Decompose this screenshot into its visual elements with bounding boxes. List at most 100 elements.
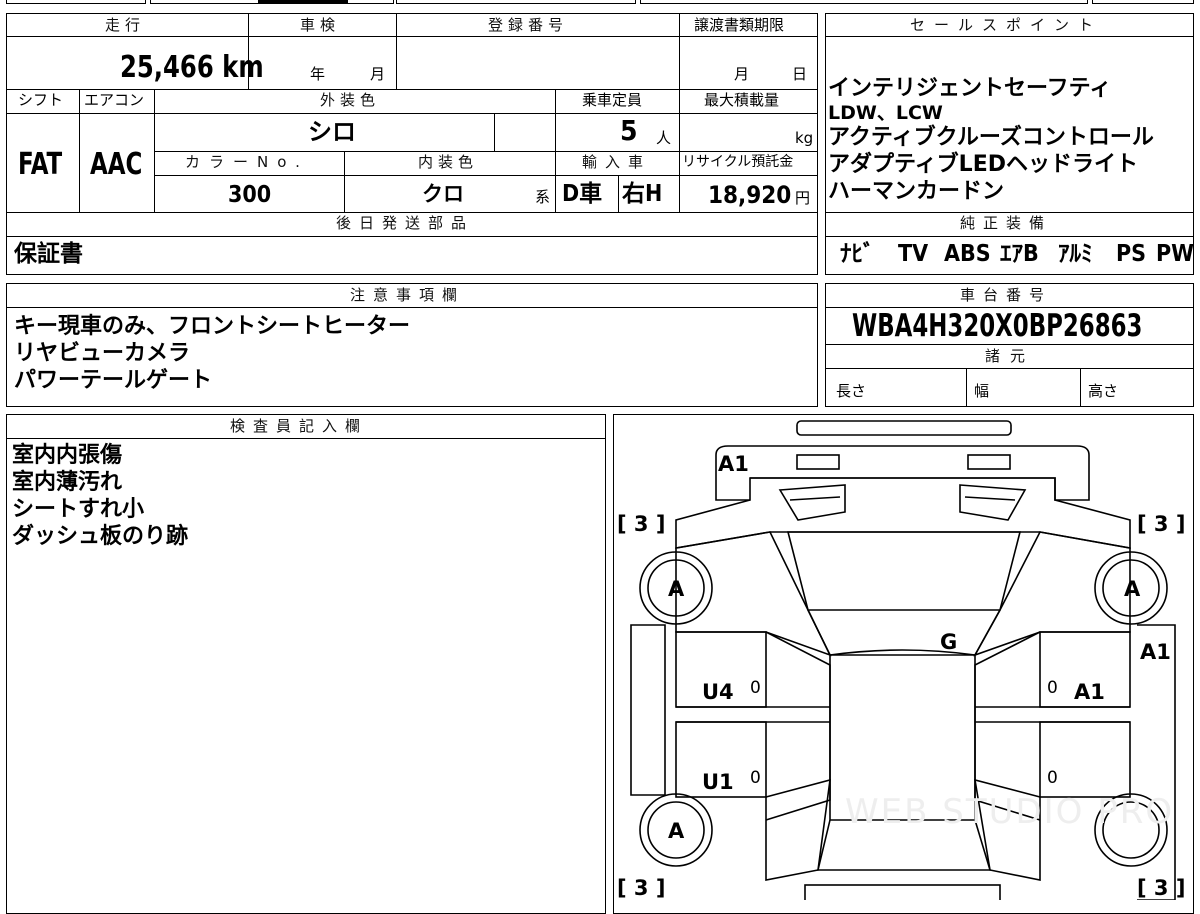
grid-line [618,175,619,212]
chassis-number: WBA4H320X0BP26863 [852,308,1143,344]
shift-header: シフト [18,91,64,109]
spec-length-label: 長さ [836,382,867,400]
grid-line [494,113,495,151]
grid-line [6,307,818,308]
interior-suffix: 系 [535,188,551,206]
grid-line [825,344,1194,345]
interior-color-value: クロ [422,182,464,206]
notes-line: キー現車のみ、フロントシートヒーター [14,314,411,339]
notes-line: リヤビューカメラ [14,341,191,366]
grid-line [825,236,1194,237]
front-bumper-label: A1 [718,452,749,476]
exterior-color-header: 外装色 [320,91,381,109]
left-front-wheel-label: A [668,577,685,601]
max-load-unit: kg [795,129,814,147]
later-parts-value: 保証書 [14,241,83,267]
grid-line [966,368,967,407]
car-diagram-box [613,414,1194,914]
max-load-header: 最大積載量 [704,91,780,109]
right-front-door-label: A1 [1074,680,1105,704]
grid-line [396,13,397,89]
inspection-year-unit: 年 [310,65,326,83]
genuine-equipment-header: 純正装備 [960,214,1053,232]
glass-left-top-label: [ 3 ] [617,512,666,536]
equip-pw: PW [1156,241,1194,267]
glass-left-bottom-label: [ 3 ] [617,876,666,900]
sales-point-line: インテリジェントセーフティ [828,76,1112,101]
diagram-watermark: WEB STUDIO PRO [845,792,1175,832]
grid-line [6,89,818,90]
exterior-color-value: シロ [308,118,356,146]
inspector-header: 検査員記入欄 [230,417,369,435]
registration-header: 登録番号 [488,16,569,34]
equip-navi: ﾅﾋﾞ [840,241,875,267]
top-strip-cell [1092,0,1194,4]
notes-list: キー現車のみ、フロントシートヒーター リヤビューカメラ パワーテールゲート [14,313,410,394]
glass-right-top-label: [ 3 ] [1137,512,1186,536]
equip-ps: PS [1116,241,1147,267]
recycle-unit: 円 [795,189,811,207]
inspector-line: 室内薄汚れ [12,470,123,495]
inspector-line: ダッシュ板のり跡 [12,524,189,549]
glass-right-bottom-label: [ 3 ] [1137,876,1186,900]
sales-point-line: LDW、LCW [828,102,943,124]
import-h-value: 右H [622,181,663,207]
transfer-deadline-header: 譲渡書類期限 [694,16,785,34]
left-rear-wheel-label: A [668,819,685,843]
grid-line [154,175,818,176]
capacity-unit: 人 [656,129,672,147]
grid-line [79,89,80,212]
import-d-value: D車 [562,181,603,207]
roof-label: G [940,630,958,654]
equip-abs: ABS [944,241,991,267]
color-no-value: 300 [228,182,272,208]
grid-line [6,36,818,37]
capacity-header: 乗車定員 [582,91,643,109]
grid-line [6,438,606,439]
aircon-header: エアコン [84,91,145,109]
inspector-list: 室内内張傷 室内薄汚れ シートすれ小 ダッシュ板のり跡 [12,442,188,550]
notes-line: パワーテールゲート [14,368,213,393]
equip-tv: TV [898,241,929,267]
recycle-value: 18,920 [708,181,792,209]
grid-line [825,368,1194,369]
zero-mark: 0 [750,678,761,698]
notes-header: 注意事項欄 [350,286,466,304]
inspector-line: シートすれ小 [12,497,145,522]
grid-line [6,113,818,114]
equip-alumi: ｱﾙﾐ [1058,241,1093,267]
grid-line [1080,368,1081,407]
zero-mark: 0 [750,768,761,788]
chassis-header: 車台番号 [960,286,1053,304]
specs-header: 諸元 [985,347,1036,365]
inspection-header: 車検 [300,16,341,34]
top-strip-cell [6,0,146,4]
recycle-fee-header: リサイクル預託金 [682,154,794,170]
sales-point-line: アクティブクルーズコントロール [828,125,1154,150]
deadline-month-unit: 月 [734,65,750,83]
top-strip-mark [258,0,348,4]
mileage-value: 25,466 km [120,50,264,85]
sales-point-header: セールスポイント [910,16,1103,34]
grid-line [825,36,1194,37]
right-fender-label: A1 [1140,640,1171,664]
grid-line [344,151,345,212]
left-front-door-label: U4 [702,680,734,704]
later-parts-header: 後日発送部品 [336,214,475,232]
capacity-value: 5 [620,114,638,147]
grid-line [679,13,680,212]
mileage-header: 走行 [105,16,146,34]
color-no-header: カラーNo. [185,153,309,171]
top-strip-cell [396,0,636,4]
right-front-wheel-label: A [1124,577,1141,601]
top-strip-cell [640,0,1088,4]
grid-line [6,236,818,237]
zero-mark: 0 [1047,678,1058,698]
deadline-day-unit: 日 [792,65,808,83]
sales-point-line: ハーマンカードン [828,179,1005,204]
spec-height-label: 高さ [1088,382,1119,400]
zero-mark: 0 [1047,768,1058,788]
left-rear-door-label: U1 [702,770,734,794]
grid-line [6,212,818,213]
grid-line [555,89,556,212]
